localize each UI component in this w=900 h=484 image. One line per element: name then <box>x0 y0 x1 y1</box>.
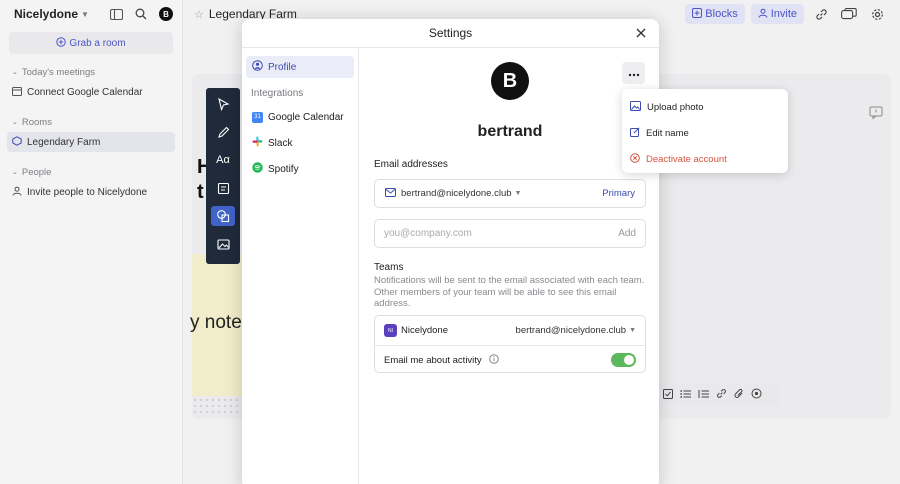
email-addresses-label: Email addresses <box>374 159 448 170</box>
menu-item-label: Edit name <box>646 127 689 139</box>
image-icon <box>630 100 641 114</box>
nav-item-slack[interactable]: Slack <box>246 132 354 154</box>
nav-item-profile[interactable]: Profile <box>246 56 354 78</box>
team-name: Nicelydone <box>401 325 448 336</box>
team-row: NI Nicelydone bertrand@nicelydone.club ▼ <box>375 316 645 345</box>
modal-title: Settings <box>428 26 473 40</box>
more-horizontal-icon <box>628 66 640 80</box>
integrations-header: Integrations <box>251 87 304 99</box>
nav-item-google-calendar[interactable]: 31 Google Calendar <box>246 106 354 128</box>
mail-icon <box>385 187 396 200</box>
profile-avatar[interactable]: B <box>491 62 529 100</box>
modal-header: Settings <box>242 19 659 48</box>
primary-email-row[interactable]: bertrand@nicelydone.club ▼ Primary <box>374 179 646 208</box>
profile-icon <box>252 60 263 74</box>
slack-icon <box>252 136 263 150</box>
chevron-down-icon[interactable]: ▼ <box>515 190 522 197</box>
team-logo: NI <box>384 324 397 337</box>
info-icon[interactable] <box>488 353 499 367</box>
more-options-button[interactable] <box>622 62 645 84</box>
profile-panel: B bertrand Email addresses bertrand@nice… <box>360 48 659 484</box>
spotify-icon <box>252 162 263 176</box>
email-activity-row: Email me about activity <box>375 345 645 374</box>
menu-item-edit-name[interactable]: Edit name <box>622 120 788 146</box>
edit-icon <box>630 126 640 140</box>
menu-item-upload-photo[interactable]: Upload photo <box>622 94 788 120</box>
nav-label: Spotify <box>268 163 299 175</box>
nav-label: Profile <box>268 61 297 73</box>
primary-badge: Primary <box>602 188 635 199</box>
profile-name: bertrand <box>477 123 543 140</box>
primary-email: bertrand@nicelydone.club <box>401 188 512 199</box>
add-email-field[interactable]: Add <box>374 219 646 248</box>
teams-description: Notifications will be sent to the email … <box>374 275 645 309</box>
settings-nav: Profile Integrations 31 Google Calendar … <box>242 48 359 484</box>
teams-label: Teams <box>374 262 404 273</box>
nav-item-spotify[interactable]: Spotify <box>246 158 354 180</box>
team-email-select[interactable]: bertrand@nicelydone.club ▼ <box>516 325 636 336</box>
settings-modal: Settings Profile Integrations 31 Google … <box>242 19 659 484</box>
menu-item-deactivate-account[interactable]: Deactivate account <box>622 146 788 172</box>
add-email-button[interactable]: Add <box>618 228 636 239</box>
nav-label: Google Calendar <box>268 111 344 123</box>
email-activity-toggle[interactable] <box>611 353 636 367</box>
menu-item-label: Upload photo <box>647 101 704 113</box>
team-card: NI Nicelydone bertrand@nicelydone.club ▼… <box>374 315 646 373</box>
team-email-value: bertrand@nicelydone.club <box>515 325 627 336</box>
chevron-down-icon: ▼ <box>629 327 636 334</box>
menu-item-label: Deactivate account <box>646 153 727 165</box>
close-icon[interactable] <box>635 27 647 39</box>
nav-label: Slack <box>268 137 293 149</box>
profile-options-menu: Upload photo Edit name Deactivate accoun… <box>622 89 788 173</box>
google-calendar-icon: 31 <box>252 111 263 123</box>
add-email-input[interactable] <box>384 228 619 239</box>
close-circle-icon <box>630 152 640 166</box>
email-activity-label: Email me about activity <box>384 354 482 366</box>
